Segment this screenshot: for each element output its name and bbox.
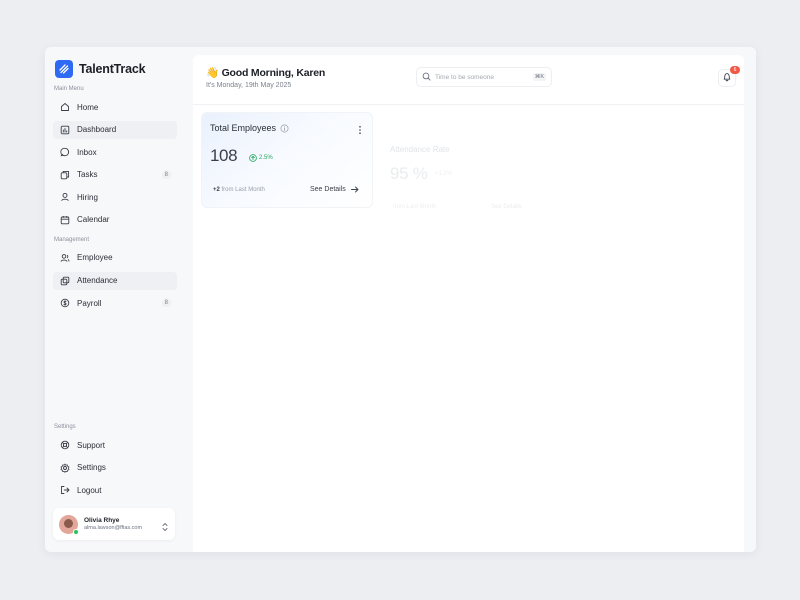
settings-section: Settings Support Settings Logout [53,424,177,504]
sidebar-item-label: Dashboard [77,125,117,135]
card-title: Attendance Rate [390,145,450,154]
sidebar-item-settings[interactable]: Settings [53,459,177,477]
sidebar-item-support[interactable]: Support [53,436,177,454]
payroll-icon [59,298,70,309]
tasks-icon [59,169,70,180]
sidebar-item-payroll[interactable]: Payroll 8 [53,294,177,312]
sidebar-item-logout[interactable]: Logout [53,481,177,499]
chevron-up-down-icon[interactable] [161,519,169,531]
sidebar-item-label: Tasks [77,170,98,180]
sidebar-item-label: Calendar [77,215,110,225]
section-label-settings: Settings [54,424,76,430]
sidebar-item-label: Hiring [77,192,98,202]
support-icon [59,440,70,451]
sidebar-item-label: Support [77,440,106,450]
home-icon [59,102,70,113]
search-shortcut-hint: ⌘K [532,73,546,81]
brand[interactable]: TalentTrack [55,59,177,79]
avatar [59,514,79,535]
online-status-indicator [73,528,79,535]
total-employees-card: Total Employees 108 2.5% +2 from Last Mo… [201,112,373,208]
attendance-rate-value: 95 % [390,164,428,183]
card-footer-note: from Last Month [393,204,437,210]
growth-value: 2.5% [259,155,273,161]
sidebar-item-employee[interactable]: Employee [53,249,177,267]
current-date: It's Monday, 19th May 2025 [206,82,292,89]
search-input[interactable] [435,73,533,81]
user-name: Olivia Rhye [84,517,120,525]
sidebar-item-inbox[interactable]: Inbox [53,143,177,161]
see-details-label: See Details [310,186,346,193]
employee-icon [59,252,70,263]
attendance-icon [59,275,70,286]
section-label-management: Management [54,236,90,243]
see-details-link[interactable]: See Details [491,204,522,210]
sidebar-item-label: Settings [77,463,106,473]
notifications-button[interactable]: 6 [718,66,740,87]
notification-count-badge: 6 [730,66,740,74]
info-icon[interactable] [280,124,289,133]
total-employees-value: 108 [210,146,238,165]
card-title: Total Employees [210,123,289,133]
calendar-icon [59,214,70,225]
sidebar-item-label: Inbox [77,147,97,157]
dashboard-icon [59,124,70,135]
sidebar-item-tasks[interactable]: Tasks 8 [53,166,177,184]
page-title: 👋 Good Morning, Karen [206,66,325,79]
sidebar-item-label: Home [77,102,99,112]
payroll-count-badge: 8 [161,299,171,308]
attendance-rate-card: Attendance Rate 95 % +1.2% from Last Mon… [385,137,550,227]
user-profile-card[interactable]: Olivia Rhye alma.lawson@ffias.com [53,508,175,540]
sidebar-item-home[interactable]: Home [53,98,177,116]
search-icon [422,68,431,86]
brand-name: TalentTrack [79,62,146,76]
footer-highlight: +2 [213,187,220,193]
growth-indicator: 2.5% [249,154,273,162]
inbox-icon [59,147,70,158]
growth-value: +1.2% [435,171,453,177]
main-content: 👋 Good Morning, Karen It's Monday, 19th … [193,55,744,552]
logout-icon [59,485,70,496]
search-box[interactable]: ⌘K [416,67,552,87]
trend-up-icon [249,154,257,162]
card-footer-note: +2 from Last Month [213,187,265,193]
waving-hand-icon: 👋 [206,67,219,79]
sidebar-item-label: Attendance [77,276,118,286]
footer-text: from Last Month [221,187,265,193]
more-options-icon[interactable] [358,122,362,134]
hiring-icon [59,192,70,203]
talenttrack-logo-icon [55,60,73,78]
arrow-right-icon [350,186,359,193]
tasks-count-badge: 8 [161,170,171,179]
sidebar-item-attendance[interactable]: Attendance [53,271,177,290]
sidebar-item-label: Payroll [77,298,102,308]
section-label-main-menu: Main Menu [54,86,84,92]
sidebar-item-dashboard[interactable]: Dashboard [53,120,177,139]
user-email: alma.lawson@ffias.com [84,524,143,531]
sidebar-item-label: Logout [77,485,102,495]
app-window: TalentTrack Main Menu Home Dashboard Inb… [45,47,756,552]
user-info: Olivia Rhye alma.lawson@ffias.com [84,517,161,531]
top-header: 👋 Good Morning, Karen It's Monday, 19th … [193,55,744,105]
sidebar: TalentTrack Main Menu Home Dashboard Inb… [45,47,185,552]
see-details-link[interactable]: See Details [310,186,359,193]
sidebar-item-calendar[interactable]: Calendar [53,211,177,229]
gear-icon [59,462,70,473]
sidebar-item-label: Employee [77,253,113,263]
greeting-text: Good Morning, Karen [221,67,326,79]
card-title-text: Total Employees [210,123,277,133]
sidebar-item-hiring[interactable]: Hiring [53,188,177,206]
